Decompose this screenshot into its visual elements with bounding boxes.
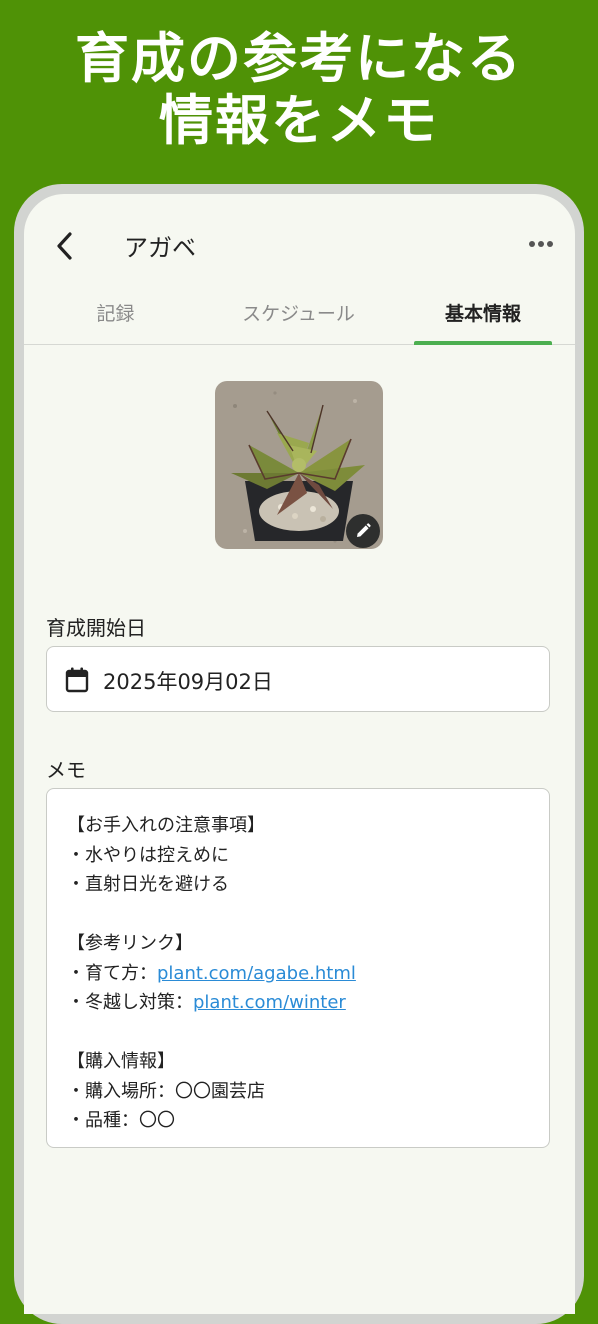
memo-line: ・水やりは控えめに <box>67 844 229 866</box>
start-date-value: 2025年09月02日 <box>103 670 273 694</box>
more-options-button[interactable] <box>524 232 558 256</box>
promo-line-1: 育成の参考になる <box>75 27 523 90</box>
memo-line: ・育て方：plant.com/agabe.html <box>67 962 356 984</box>
memo-label: メモ <box>46 758 86 782</box>
chevron-left-icon <box>57 232 72 260</box>
calendar-icon <box>65 667 89 693</box>
tab-schedule[interactable]: スケジュール <box>207 294 390 344</box>
memo-line: ・品種：〇〇 <box>67 1110 175 1131</box>
more-horizontal-icon <box>529 241 553 247</box>
memo-line-blank <box>67 1018 529 1048</box>
care-guide-link[interactable]: plant.com/agabe.html <box>157 963 356 984</box>
start-date-label: 育成開始日 <box>46 616 146 640</box>
memo-line: ・購入場所：〇〇園芸店 <box>67 1080 265 1102</box>
memo-line: 【お手入れの注意事項】 <box>67 815 265 836</box>
promo-headline: 育成の参考になる 情報をメモ <box>0 28 598 152</box>
memo-line: ・冬越し対策：plant.com/winter <box>67 992 346 1013</box>
memo-line-blank <box>67 900 529 930</box>
memo-field[interactable]: 【お手入れの注意事項】 ・水やりは控えめに ・直射日光を避ける 【参考リンク】 … <box>46 788 550 1148</box>
pencil-icon <box>357 523 371 537</box>
memo-line: 【購入情報】 <box>67 1051 175 1072</box>
edit-photo-button[interactable] <box>346 514 380 548</box>
memo-line: 【参考リンク】 <box>67 933 193 954</box>
app-bar: アガベ <box>24 194 575 294</box>
tab-bar: 記録 スケジュール 基本情報 <box>24 294 575 345</box>
winter-care-link[interactable]: plant.com/winter <box>193 992 346 1013</box>
app-screen: アガベ 記録 スケジュール 基本情報 育成開始日 2025年09月02日 メモ … <box>24 194 575 1314</box>
start-date-field[interactable]: 2025年09月02日 <box>46 646 550 712</box>
memo-line: ・直射日光を避ける <box>67 874 229 895</box>
back-button[interactable] <box>50 226 80 266</box>
tab-basic-info[interactable]: 基本情報 <box>414 294 552 345</box>
promo-line-2: 情報をメモ <box>159 89 439 152</box>
page-title: アガベ <box>124 234 196 262</box>
tab-records[interactable]: 記録 <box>24 294 207 344</box>
